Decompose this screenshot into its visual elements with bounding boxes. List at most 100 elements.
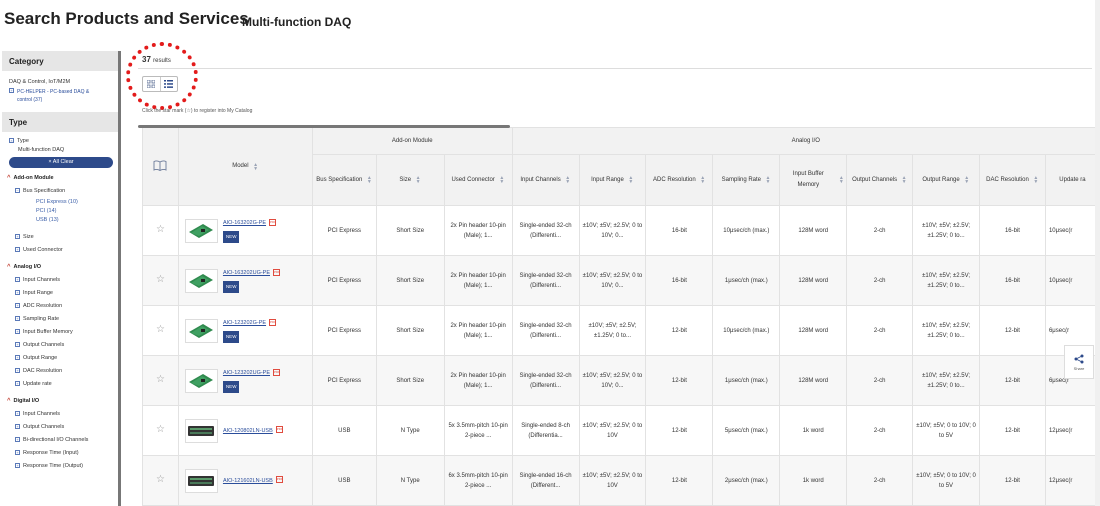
all-clear-button[interactable]: × All Clear	[9, 157, 113, 168]
sort-icon[interactable]: ▲ ▼	[765, 176, 771, 185]
sort-icon[interactable]: ▲ ▼	[253, 162, 259, 171]
analog-filter-item[interactable]: + Output Range	[2, 352, 120, 365]
column-header-output-range[interactable]: Output Range ▲ ▼	[912, 154, 981, 206]
sort-icon[interactable]: ▲ ▼	[964, 176, 970, 185]
sort-icon[interactable]: ▲ ▼	[415, 176, 421, 185]
table-row: ☆ AIO-120802LN-USB PDF USB N Type 5x 3.5mm-pi…	[142, 405, 1100, 456]
analog-filter-item[interactable]: + DAC Resolution	[2, 365, 120, 378]
addon-group[interactable]: ^ Add-on Module	[2, 172, 120, 185]
product-thumbnail[interactable]	[184, 218, 218, 243]
analog-filter-item[interactable]: + Sampling Rate	[2, 313, 120, 326]
category-heading: Category	[2, 51, 120, 71]
star-icon[interactable]: ☆	[156, 324, 165, 335]
product-thumbnail[interactable]	[184, 418, 218, 443]
analog-filter-item[interactable]: + Output Channels	[2, 339, 120, 352]
type-filter[interactable]: × Type	[2, 138, 120, 144]
column-header-bus[interactable]: Bus Specification ▲ ▼	[311, 154, 377, 206]
product-thumbnail[interactable]	[184, 368, 218, 393]
product-thumbnail[interactable]	[184, 268, 218, 293]
connector-filter[interactable]: + Used Connector	[2, 244, 120, 257]
pdf-icon[interactable]: PDF	[275, 426, 283, 434]
digital-filter-item[interactable]: + Bi-directional I/O Channels	[2, 434, 120, 447]
category-link-row[interactable]: + PC-HELPER - PC-based DAQ & control (37…	[2, 88, 120, 104]
column-header-sampling[interactable]: Sampling Rate ▲ ▼	[712, 154, 781, 206]
column-label: Sampling Rate	[721, 176, 761, 183]
bus-option-pci[interactable]: PCI (14)	[2, 207, 120, 216]
column-header-adc[interactable]: ADC Resolution ▲ ▼	[645, 154, 714, 206]
analog-filter-item[interactable]: + Input Range	[2, 287, 120, 300]
star-icon[interactable]: ☆	[156, 374, 165, 385]
model-column-header[interactable]: Model ▲ ▼	[177, 127, 313, 206]
sort-icon[interactable]: ▲ ▼	[499, 176, 505, 185]
model-link[interactable]: AIO-121602LN-USB	[223, 478, 273, 484]
sort-icon[interactable]: ▲ ▼	[838, 176, 844, 185]
digital-filter-item[interactable]: + Output Channels	[2, 421, 120, 434]
analog-filter-item[interactable]: + Input Buffer Memory	[2, 326, 120, 339]
product-thumbnail[interactable]	[184, 468, 218, 493]
sort-icon[interactable]: ▲ ▼	[366, 176, 372, 185]
bus-option-usb[interactable]: USB (13)	[2, 216, 120, 225]
page-scrollbar[interactable]	[1095, 0, 1100, 506]
bus-option-pcie[interactable]: PCI Express (10)	[2, 198, 120, 207]
sort-icon[interactable]: ▲ ▼	[1033, 176, 1039, 185]
table-row: ☆ AIO-163202G-PE PDF NEW PCI Express Short Si…	[142, 205, 1100, 256]
model-link[interactable]: AIO-163202UG-PE	[223, 270, 270, 276]
column-header-input-range[interactable]: Input Range ▲ ▼	[578, 154, 647, 206]
star-icon[interactable]: ☆	[156, 224, 165, 235]
results-table-wrapper[interactable]: Model ▲ ▼ Add-on Module Analog I/O Bus Spe…	[142, 127, 1100, 506]
product-thumbnail[interactable]	[184, 318, 218, 343]
column-header-output-channels[interactable]: Output Channels ▲ ▼	[846, 154, 914, 206]
cell-dac: 16-bit	[979, 205, 1046, 256]
filter-sidebar: Category DAQ & Control, IoT/M2M + PC-HEL…	[2, 51, 120, 506]
plus-icon: +	[15, 450, 20, 456]
table-horizontal-scrollbar[interactable]	[138, 125, 510, 128]
digital-filter-item[interactable]: + Response Time (Output)	[2, 460, 120, 473]
grid-view-icon[interactable]	[143, 77, 160, 91]
sort-icon[interactable]: ▲ ▼	[565, 176, 571, 185]
column-header-connector[interactable]: Used Connector ▲ ▼	[443, 154, 513, 206]
cell-sampling: 5μsec/ch (max.)	[712, 405, 781, 456]
column-header-update[interactable]: Update ra	[1044, 154, 1100, 206]
cell-input-channels: Single-ended 16-ch (Different...	[511, 455, 580, 506]
column-header-dac[interactable]: DAC Resolution ▲ ▼	[979, 154, 1046, 206]
star-icon[interactable]: ☆	[156, 474, 165, 485]
star-icon[interactable]: ☆	[156, 274, 165, 285]
cell-connector: 2x Pin header 10-pin (Male); 1...	[443, 255, 513, 306]
model-link[interactable]: AIO-120802LN-USB	[223, 428, 273, 434]
digital-filter-item[interactable]: + Response Time (Input)	[2, 447, 120, 460]
model-link[interactable]: AIO-123202G-PE	[223, 320, 266, 326]
column-header-size[interactable]: Size ▲ ▼	[375, 154, 445, 206]
column-header-input-channels[interactable]: Input Channels ▲ ▼	[511, 154, 580, 206]
digital-group[interactable]: ^ Digital I/O	[2, 395, 120, 408]
minus-icon[interactable]: ×	[9, 138, 14, 144]
analog-filter-item[interactable]: + ADC Resolution	[2, 300, 120, 313]
model-link[interactable]: AIO-163202G-PE	[223, 220, 266, 226]
star-icon[interactable]: ☆	[156, 424, 165, 435]
sort-icon[interactable]: ▲ ▼	[628, 176, 634, 185]
list-view-icon[interactable]	[159, 77, 177, 91]
cell-input-range: ±10V; ±5V; ±2.5V; ±1.25V; 0 to...	[578, 305, 647, 356]
plus-icon: +	[15, 303, 20, 309]
column-label: Size	[399, 176, 412, 183]
sort-icon[interactable]: ▲ ▼	[700, 176, 706, 185]
analog-filter-item[interactable]: + Input Channels	[2, 274, 120, 287]
size-filter[interactable]: + Size	[2, 231, 120, 244]
digital-filter-item[interactable]: + Input Channels	[2, 408, 120, 421]
view-toggle	[142, 76, 178, 92]
bus-spec-filter[interactable]: − Bus Specification	[2, 185, 120, 198]
pdf-icon[interactable]: PDF	[273, 368, 281, 376]
filter-label: Response Time (Input)	[23, 450, 79, 456]
pdf-icon[interactable]: PDF	[273, 268, 281, 276]
sidebar-scrollbar[interactable]	[118, 51, 121, 506]
pdf-icon[interactable]: PDF	[275, 476, 283, 484]
analog-group[interactable]: ^ Analog I/O	[2, 261, 120, 274]
sort-icon[interactable]: ▲ ▼	[901, 176, 907, 185]
pdf-icon[interactable]: PDF	[269, 318, 277, 326]
catalog-column-header	[142, 127, 179, 206]
category-link[interactable]: PC-HELPER - PC-based DAQ & control (37)	[17, 88, 105, 104]
analog-filter-item[interactable]: + Update rate	[2, 378, 120, 391]
pdf-icon[interactable]: PDF	[269, 218, 277, 226]
share-button[interactable]: Share	[1064, 345, 1094, 379]
model-link[interactable]: AIO-123202UG-PE	[223, 370, 270, 376]
column-header-buffer[interactable]: Input Buffer Memory ▲ ▼	[779, 154, 848, 206]
